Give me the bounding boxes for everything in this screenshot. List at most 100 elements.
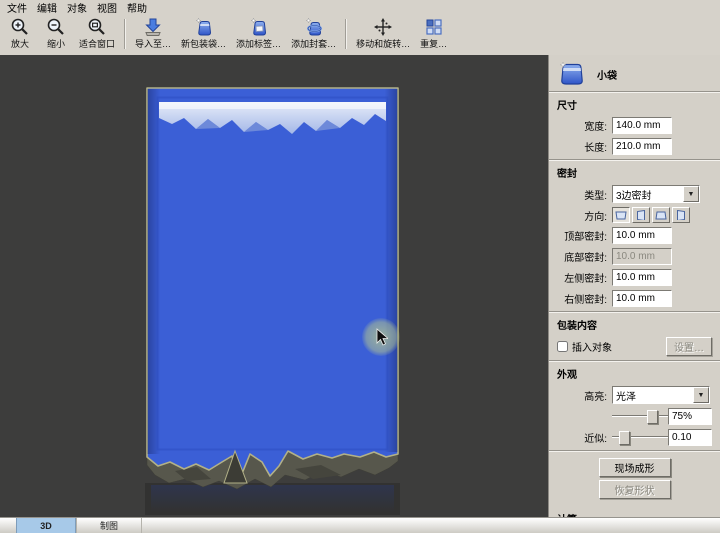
object-title: 小袋: [597, 70, 617, 82]
bottom-seal-label: 底部密封:: [564, 253, 607, 264]
menu-view[interactable]: 视图: [92, 0, 122, 15]
main-area: 小袋 尺寸 宽度: 长度: 密封 类型: 3边密封 ▼: [0, 55, 720, 526]
move-rotate-icon: [374, 18, 393, 36]
zoom-out-button[interactable]: 缩小: [38, 16, 74, 50]
pouch-icon: [559, 61, 583, 85]
move-rotate-button[interactable]: 移动和旋转…: [351, 16, 415, 50]
import-into-button[interactable]: 导入至…: [130, 16, 176, 50]
left-seal-input[interactable]: [612, 269, 672, 286]
tab-3d[interactable]: 3D: [16, 518, 76, 533]
menu-bar: 文件 编辑 对象 视图 帮助: [0, 0, 720, 15]
toolbar-button-label: 适合窗口: [79, 39, 116, 49]
approx-slider[interactable]: [612, 431, 668, 445]
highlight-row: 高亮: 光泽 ▼: [557, 386, 712, 404]
divider: [549, 159, 720, 161]
tab-drawing[interactable]: 制图: [76, 518, 142, 533]
viewport-3d[interactable]: [0, 55, 548, 517]
width-input[interactable]: [612, 117, 672, 134]
bottom-seal-input: [612, 248, 672, 265]
zoom-in-button[interactable]: 放大: [2, 16, 38, 50]
length-label: 长度:: [584, 143, 607, 154]
width-label: 宽度:: [584, 122, 607, 133]
section-contents-title: 包装内容: [557, 321, 597, 332]
right-seal-label: 右侧密封:: [564, 295, 607, 306]
divider: [549, 91, 720, 93]
app-window: 文件 编辑 对象 视图 帮助 放大 缩小 适合窗口 导入至… 新包装袋… 添加标…: [0, 0, 720, 533]
panel-header: 小袋: [557, 61, 712, 87]
gloss-slider-row: [557, 408, 712, 425]
toolbar-button-label: 缩小: [46, 39, 65, 49]
pouch-orientation-icon: [655, 211, 667, 220]
gloss-slider[interactable]: [612, 410, 668, 424]
new-bag-icon: [194, 17, 211, 36]
zoom-in-icon: [11, 18, 28, 35]
toolbar-separator: [345, 19, 348, 49]
add-sleeve-icon: [304, 17, 322, 36]
pouch-orientation-icon: [637, 210, 645, 220]
seal-type-row: 类型: 3边密封 ▼: [557, 185, 712, 203]
live-shaping-button[interactable]: 现场成形: [598, 458, 671, 477]
insert-object-label: 插入对象: [572, 343, 612, 354]
direction-option-2[interactable]: [632, 207, 650, 223]
top-seal-input[interactable]: [612, 227, 672, 244]
settings-button: 设置…: [666, 337, 712, 356]
restore-shape-button: 恢复形状: [598, 480, 671, 499]
slider-track: [612, 415, 668, 417]
highlight-value: 光泽: [616, 391, 636, 403]
direction-option-3[interactable]: [652, 207, 670, 223]
length-row: 长度:: [557, 138, 712, 155]
toolbar-separator: [124, 19, 127, 49]
menu-object[interactable]: 对象: [62, 0, 92, 15]
direction-option-4[interactable]: [672, 207, 690, 223]
add-sleeve-button[interactable]: 添加封套…: [286, 16, 341, 50]
insert-object-checkbox[interactable]: [557, 341, 568, 352]
section-appearance-title: 外观: [557, 370, 577, 381]
right-seal-input[interactable]: [612, 290, 672, 307]
fit-window-icon: [88, 18, 105, 35]
chevron-down-icon: ▼: [693, 387, 709, 403]
add-label-button[interactable]: 添加标签…: [231, 16, 286, 50]
import-icon: [145, 18, 161, 36]
bottom-seal-row: 底部密封:: [557, 248, 712, 265]
slider-thumb[interactable]: [618, 431, 630, 445]
toolbar: 放大 缩小 适合窗口 导入至… 新包装袋… 添加标签… 添加封套… 移动和旋转……: [0, 15, 720, 57]
section-dimensions-title: 尺寸: [557, 101, 577, 112]
action-buttons: 现场成形 恢复形状: [557, 458, 712, 499]
approx-label: 近似:: [584, 434, 607, 445]
direction-option-1[interactable]: [612, 207, 630, 223]
top-seal-row: 顶部密封:: [557, 227, 712, 244]
pouch-orientation-icon: [677, 210, 685, 220]
direction-buttons: [612, 207, 690, 223]
toolbar-button-label: 添加封套…: [291, 39, 337, 49]
chevron-down-icon: ▼: [683, 186, 699, 202]
seal-direction-row: 方向:: [557, 207, 712, 223]
repeat-button[interactable]: 重复…: [415, 16, 452, 50]
seal-direction-label: 方向:: [584, 211, 607, 223]
highlight-dropdown[interactable]: 光泽 ▼: [612, 386, 710, 404]
approx-value-input[interactable]: [668, 429, 712, 446]
divider: [549, 311, 720, 313]
seal-type-value: 3边密封: [616, 190, 652, 202]
fit-window-button[interactable]: 适合窗口: [74, 16, 120, 50]
slider-thumb[interactable]: [646, 410, 658, 424]
menu-help[interactable]: 帮助: [122, 0, 152, 15]
bag-3d-render: [145, 87, 400, 515]
cursor-highlight: [362, 318, 400, 356]
menu-edit[interactable]: 编辑: [32, 0, 62, 15]
highlight-label: 高亮:: [584, 391, 607, 403]
gloss-value-input[interactable]: [668, 408, 712, 425]
divider: [549, 360, 720, 362]
seal-type-dropdown[interactable]: 3边密封 ▼: [612, 185, 700, 203]
zoom-out-icon: [47, 18, 64, 35]
top-seal-label: 顶部密封:: [564, 232, 607, 243]
toolbar-button-label: 重复…: [420, 39, 448, 49]
toolbar-button-label: 添加标签…: [236, 39, 282, 49]
insert-object-row: 插入对象 设置…: [557, 337, 712, 356]
left-seal-row: 左侧密封:: [557, 269, 712, 286]
toolbar-button-label: 新包装袋…: [181, 39, 227, 49]
length-input[interactable]: [612, 138, 672, 155]
menu-file[interactable]: 文件: [2, 0, 32, 15]
section-seal-title: 密封: [557, 169, 577, 180]
cursor-arrow-icon: [376, 328, 388, 346]
new-bag-button[interactable]: 新包装袋…: [176, 16, 231, 50]
